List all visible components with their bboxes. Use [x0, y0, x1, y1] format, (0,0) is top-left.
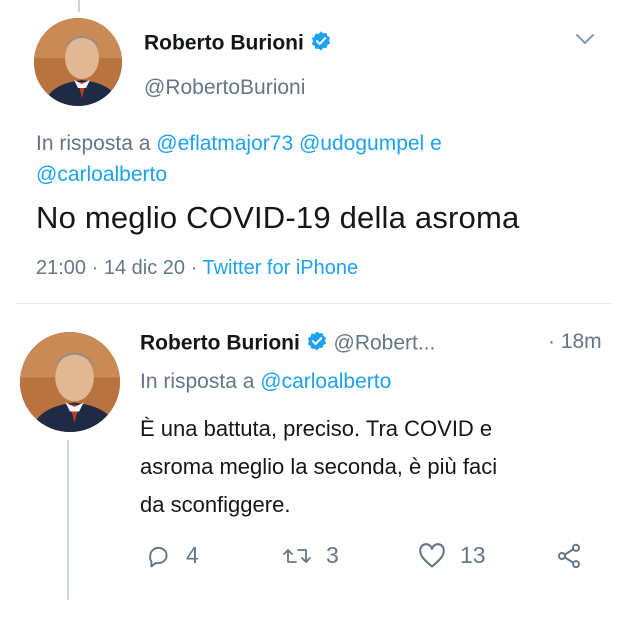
reply-prefix: In risposta a — [36, 132, 151, 155]
verified-badge-icon — [310, 30, 332, 58]
reply-context: In risposta a @carloalberto — [140, 370, 391, 394]
tweet-time: 21:00 — [36, 257, 87, 279]
reply-author-name[interactable]: Roberto Burioni — [140, 332, 300, 355]
reply-avatar[interactable] — [20, 332, 120, 432]
meta-separator: · — [91, 257, 99, 279]
reply-text: È una battuta, preciso. Tra COVID e asro… — [140, 410, 630, 524]
reply-text-line: È una battuta, preciso. Tra COVID e — [140, 416, 493, 441]
reply-action[interactable]: 4 — [146, 542, 199, 569]
meta-separator: · — [190, 257, 198, 279]
mention-carloalberto[interactable]: @carloalberto — [36, 163, 167, 186]
tweet-date: 14 dic 20 — [103, 257, 186, 279]
share-icon[interactable] — [555, 542, 583, 575]
tweet-text: No meglio COVID-19 della asroma — [36, 200, 520, 235]
mention-eflatmajor73[interactable]: @eflatmajor73 — [156, 132, 293, 155]
reply-author-handle[interactable]: @Robert... — [334, 332, 436, 355]
author-name[interactable]: Roberto Burioni — [144, 32, 304, 55]
reply-time-ago: · 18m — [548, 330, 602, 353]
avatar-portrait — [20, 332, 120, 432]
thread-connector-top — [78, 0, 80, 12]
avatar[interactable] — [34, 18, 122, 106]
reply-conjunction: e — [430, 132, 442, 155]
retweet-icon — [282, 543, 312, 569]
tweet-meta: 21:00 · 14 dic 20 · Twitter for iPhone — [36, 257, 358, 280]
verified-badge-icon — [306, 330, 328, 358]
chevron-down-icon[interactable] — [574, 32, 596, 51]
author-handle[interactable]: @RobertoBurioni — [144, 76, 305, 100]
reply-icon — [146, 543, 172, 569]
retweet-count: 3 — [326, 542, 339, 568]
divider — [16, 303, 612, 304]
like-count: 13 — [460, 542, 486, 568]
mention-carloalberto[interactable]: @carloalberto — [260, 370, 391, 393]
retweet-action[interactable]: 3 — [282, 542, 339, 569]
heart-icon — [418, 542, 446, 569]
avatar-portrait — [34, 18, 122, 106]
reply-count: 4 — [186, 542, 199, 568]
reply-text-line: da sconfiggere. — [140, 492, 291, 517]
reply-context: In risposta a @eflatmajor73 @udogumpel e… — [36, 128, 596, 190]
reply-text-line: asroma meglio la seconda, è più faci — [140, 454, 498, 479]
like-action[interactable]: 13 — [418, 542, 486, 569]
reply-prefix: In risposta a — [140, 370, 255, 393]
tweet-source[interactable]: Twitter for iPhone — [202, 257, 358, 279]
thread-connector — [67, 440, 69, 600]
mention-udogumpel[interactable]: @udogumpel — [299, 132, 424, 155]
